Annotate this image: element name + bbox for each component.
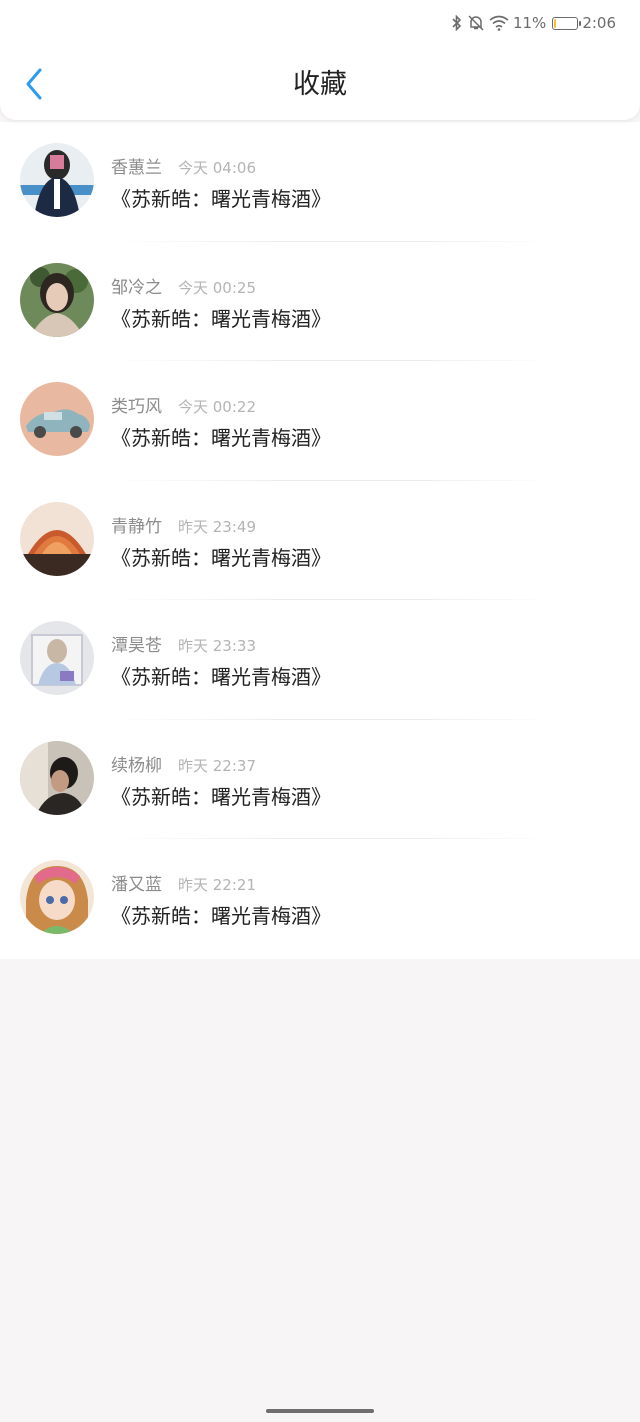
item-meta: 青静竹 昨天 23:49 xyxy=(111,512,256,537)
username: 续杨柳 xyxy=(111,755,162,776)
avatar xyxy=(20,262,94,337)
status-icons: 11% 2:06 xyxy=(451,12,616,34)
item-title: 《苏新皓：曙光青梅酒》 xyxy=(111,904,331,928)
battery-percent: 11% xyxy=(512,14,547,32)
page-title: 收藏 xyxy=(293,69,347,100)
favorites-list: 香蕙兰 今天 04:06 《苏新皓：曙光青梅酒》 邹冷之 今天 00:25 《苏… xyxy=(0,122,640,959)
timestamp: 今天 00:25 xyxy=(178,278,256,297)
app-header: 收藏 xyxy=(0,46,640,120)
username: 潭昊苍 xyxy=(111,636,162,656)
list-item[interactable]: 香蕙兰 今天 04:06 《苏新皓：曙光青梅酒》 xyxy=(0,122,640,242)
timestamp: 昨天 22:21 xyxy=(178,876,256,894)
username: 潘又蓝 xyxy=(111,875,162,895)
item-title: 《苏新皓：曙光青梅酒》 xyxy=(111,665,331,689)
timestamp: 今天 00:22 xyxy=(178,398,256,416)
item-meta: 潘又蓝 昨天 22:21 xyxy=(111,870,256,895)
item-meta: 续杨柳 昨天 22:37 xyxy=(111,751,256,776)
item-title: 《苏新皓：曙光青梅酒》 xyxy=(111,306,331,331)
username: 青静竹 xyxy=(111,516,162,537)
status-bar: 11% 2:06 xyxy=(0,0,640,46)
home-indicator[interactable] xyxy=(266,1409,374,1413)
list-item[interactable]: 潘又蓝 昨天 22:21 《苏新皓：曙光青梅酒》 xyxy=(0,839,640,959)
battery-level-fill xyxy=(554,18,557,28)
wifi-icon xyxy=(489,15,509,31)
mute-bell-icon xyxy=(467,15,485,31)
list-item[interactable]: 青静竹 昨天 23:49 《苏新皓：曙光青梅酒》 xyxy=(0,481,640,600)
username: 邹冷之 xyxy=(111,277,162,298)
item-title: 《苏新皓：曙光青梅酒》 xyxy=(111,545,331,570)
item-title: 《苏新皓：曙光青梅酒》 xyxy=(111,187,331,211)
battery-icon xyxy=(552,16,582,30)
item-meta: 邹冷之 今天 00:25 xyxy=(111,273,256,298)
item-meta: 潭昊苍 昨天 23:33 xyxy=(111,631,256,656)
avatar xyxy=(20,382,94,456)
timestamp: 昨天 23:33 xyxy=(178,637,256,655)
status-time: 2:06 xyxy=(582,14,616,32)
avatar xyxy=(20,740,94,815)
username: 香蕙兰 xyxy=(111,158,162,178)
item-meta: 香蕙兰 今天 04:06 xyxy=(111,153,256,178)
avatar xyxy=(20,143,94,217)
timestamp: 昨天 23:49 xyxy=(178,517,256,536)
avatar xyxy=(20,621,94,695)
item-title: 《苏新皓：曙光青梅酒》 xyxy=(111,426,331,450)
avatar xyxy=(20,501,94,576)
item-meta: 类巧风 今天 00:22 xyxy=(111,392,256,417)
list-item[interactable]: 续杨柳 昨天 22:37 《苏新皓：曙光青梅酒》 xyxy=(0,720,640,839)
list-item[interactable]: 类巧风 今天 00:22 《苏新皓：曙光青梅酒》 xyxy=(0,361,640,481)
avatar xyxy=(20,860,94,934)
list-item[interactable]: 潭昊苍 昨天 23:33 《苏新皓：曙光青梅酒》 xyxy=(0,600,640,720)
item-title: 《苏新皓：曙光青梅酒》 xyxy=(111,784,331,809)
timestamp: 今天 04:06 xyxy=(178,159,256,177)
username: 类巧风 xyxy=(111,397,162,417)
list-item[interactable]: 邹冷之 今天 00:25 《苏新皓：曙光青梅酒》 xyxy=(0,242,640,361)
bluetooth-icon xyxy=(451,15,463,31)
timestamp: 昨天 22:37 xyxy=(178,756,256,775)
